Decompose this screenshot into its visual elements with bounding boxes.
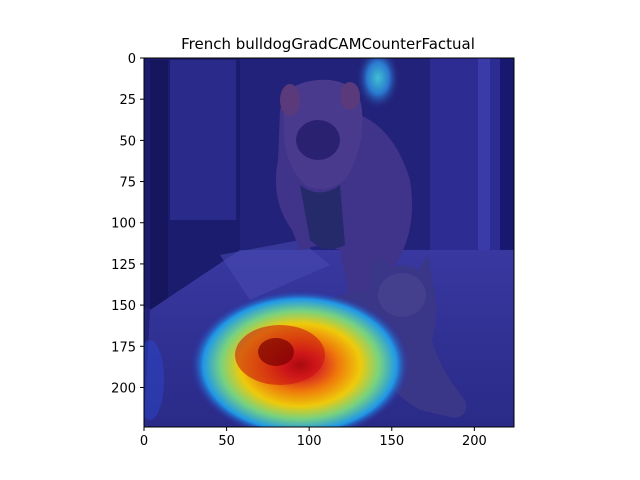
y-tick-label: 125 [111,258,136,273]
y-axis: 0 25 50 75 100 125 150 175 200 [111,52,144,396]
y-tick-label: 175 [111,340,136,355]
bulldog-muzzle [296,120,340,160]
window-pane [170,60,236,220]
x-tick-label: 200 [462,434,487,449]
x-tick-label: 0 [140,434,148,449]
y-tick-label: 100 [111,217,136,232]
x-tick-label: 50 [218,434,235,449]
y-tick-label: 200 [111,381,136,396]
y-tick-label: 25 [119,93,136,108]
y-tick-label: 150 [111,299,136,314]
gradcam-plot: 0 50 100 150 200 0 25 50 75 100 125 150 175 200 Fren… [111,35,515,449]
y-tick-label: 75 [119,176,136,191]
bulldog-ear-left [280,84,300,116]
x-tick-label: 150 [379,434,404,449]
left-edge-glow [144,340,164,420]
heatmap-image [144,58,514,427]
chart-title: French bulldogGradCAMCounterFactual [181,35,475,53]
x-axis: 0 50 100 150 200 [140,427,487,449]
right-door-edge [478,58,490,258]
door-frame [150,60,168,310]
gradcam-hotspot-top [356,58,400,110]
figure: 0 50 100 150 200 0 25 50 75 100 125 150 175 200 Fren… [0,0,640,480]
gradcam-peak-core [258,338,294,366]
x-tick-label: 100 [297,434,322,449]
cat-head [378,273,426,317]
y-tick-label: 50 [119,134,136,149]
y-tick-label: 0 [128,52,136,67]
